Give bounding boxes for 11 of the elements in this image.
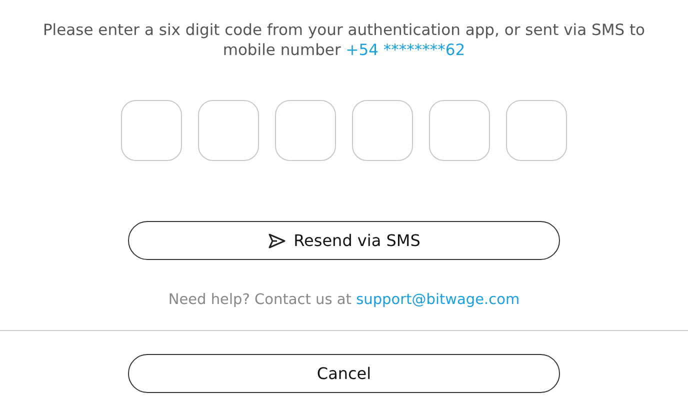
- code-digit-field[interactable]: [506, 100, 567, 161]
- resend-sms-button[interactable]: Resend via SMS: [128, 221, 560, 260]
- code-digit-field[interactable]: [121, 100, 182, 161]
- code-digit-field[interactable]: [275, 100, 336, 161]
- instruction-text: Please enter a six digit code from your authentication app, or sent via SMS to mobile number +54 ********62: [42, 20, 646, 60]
- code-digit-field[interactable]: [198, 100, 259, 161]
- cancel-button[interactable]: Cancel: [128, 354, 560, 393]
- help-text: Need help? Contact us at: [168, 292, 352, 308]
- send-icon: [268, 232, 286, 248]
- code-digit-field[interactable]: [429, 100, 490, 161]
- code-digit-field[interactable]: [352, 100, 413, 161]
